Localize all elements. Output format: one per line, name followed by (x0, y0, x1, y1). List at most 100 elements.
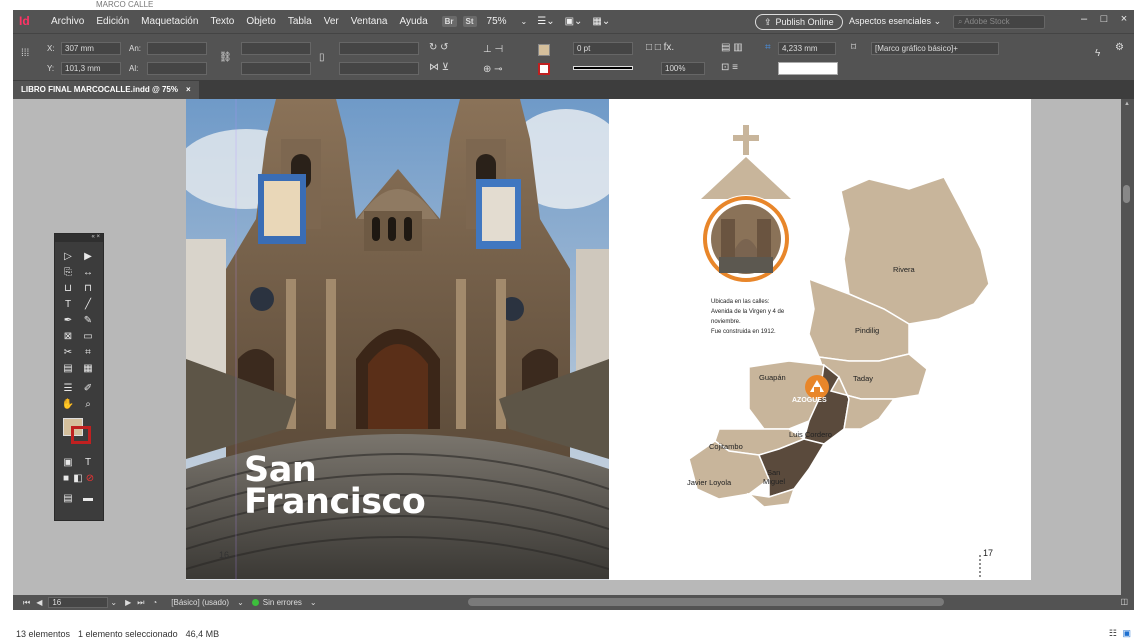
profile-dropdown-icon[interactable]: ⌄ (237, 598, 244, 607)
last-page-icon[interactable]: ⏭ (137, 598, 144, 608)
y-position-field[interactable]: 101,3 mm (61, 62, 121, 75)
map-label-rivera[interactable]: Rivera (893, 265, 915, 274)
width-field[interactable] (147, 42, 207, 55)
free-transform-tool-icon[interactable]: ⌗ (80, 346, 96, 359)
church-caption[interactable]: Ubicada en las calles: Avenida de la Vir… (711, 297, 784, 337)
menu-tabla[interactable]: Tabla (282, 16, 318, 27)
canton-map[interactable] (609, 99, 1031, 580)
menu-ventana[interactable]: Ventana (345, 16, 394, 27)
horizontal-scroll-thumb[interactable] (468, 598, 944, 606)
rectangle-tool-icon[interactable]: ▭ (80, 330, 96, 343)
rotate-icon[interactable]: ↻ ↺ (429, 42, 449, 53)
page-right[interactable]: Ubicada en las calles: Avenida de la Vir… (609, 99, 1031, 580)
select-container-icon[interactable]: ⊥ ⊣ (483, 44, 503, 55)
bridge-button[interactable]: Br (441, 16, 457, 27)
details-view-icon[interactable]: ☷ (1109, 628, 1117, 639)
rotation-field[interactable] (339, 42, 419, 55)
pen-tool-icon[interactable]: ✒ (60, 314, 76, 327)
direct-selection-tool-icon[interactable]: ▶ (80, 250, 96, 263)
map-label-pindilig[interactable]: Pindilig (855, 326, 879, 335)
map-label-luis-cordero[interactable]: Luis Cordero (789, 430, 832, 439)
selection-tool-icon[interactable]: ▷ (60, 250, 76, 263)
zoom-level[interactable]: 75% (487, 16, 507, 27)
formatting-container-icon[interactable]: ▣ (60, 456, 76, 469)
preflight-profile[interactable]: [Básico] (usado) (171, 598, 229, 607)
content-placer-icon[interactable]: ⊓ (80, 282, 96, 295)
x-position-field[interactable]: 307 mm (61, 42, 121, 55)
frame-size-field[interactable]: 4,233 mm (778, 42, 836, 55)
object-style-icon[interactable]: ⌑ (851, 42, 856, 53)
stroke-color-selector[interactable] (778, 62, 838, 75)
menu-texto[interactable]: Texto (204, 16, 240, 27)
workspace-selector[interactable]: Aspectos esenciales ⌄ (849, 16, 941, 27)
height-field[interactable] (147, 62, 207, 75)
menu-objeto[interactable]: Objeto (240, 16, 281, 27)
line-tool-icon[interactable]: ╱ (80, 298, 96, 311)
type-tool-icon[interactable]: T (60, 298, 76, 311)
tools-panel-header[interactable]: « × (55, 234, 103, 242)
scissors-tool-icon[interactable]: ✂ (60, 346, 76, 359)
open-page-icon[interactable]: ◔ (152, 598, 157, 607)
wrap-text-icon[interactable]: ▤ ▥ (721, 42, 743, 53)
map-label-taday[interactable]: Taday (853, 374, 873, 383)
page-number-field[interactable]: 16 (48, 597, 109, 608)
arrange-documents-icon[interactable]: ▦⌄ (592, 16, 610, 27)
split-window-icon[interactable]: ◫ (1120, 597, 1128, 606)
screen-mode-tool-icon[interactable]: ▬ (80, 492, 96, 505)
hand-tool-icon[interactable]: ✋ (60, 398, 76, 411)
fill-swatch[interactable] (538, 44, 550, 56)
vertical-scrollbar[interactable]: ▲ (1121, 99, 1134, 595)
menu-maquetacion[interactable]: Maquetación (135, 16, 204, 27)
menu-ayuda[interactable]: Ayuda (393, 16, 433, 27)
page-left[interactable]: San Francisco 16 (186, 99, 609, 580)
stroke-swatch[interactable] (538, 63, 550, 75)
thumbnail-view-icon[interactable]: ▣ (1122, 628, 1131, 639)
first-page-icon[interactable]: ⏮ (23, 598, 30, 608)
apply-none-icon[interactable]: ⊘ (82, 472, 98, 485)
reference-point-center-icon[interactable]: ▯ (319, 52, 325, 63)
shear-field[interactable] (339, 62, 419, 75)
select-content-icon[interactable]: ⊕ ⊸ (483, 64, 503, 75)
vertical-scroll-thumb[interactable] (1123, 185, 1130, 203)
close-tab-icon[interactable]: × (186, 81, 191, 99)
stroke-color-swatch[interactable] (71, 426, 91, 444)
map-label-san-miguel-2[interactable]: Miguel (763, 477, 785, 486)
previous-page-icon[interactable]: ◀ (36, 598, 42, 607)
flip-icon[interactable]: ⋈ ⊻ (429, 62, 449, 73)
errors-dropdown-icon[interactable]: ⌄ (310, 598, 317, 607)
maximize-icon[interactable]: □ (1094, 10, 1114, 28)
scroll-up-icon[interactable]: ▲ (1124, 101, 1130, 107)
rectangle-frame-tool-icon[interactable]: ⊠ (60, 330, 76, 343)
drop-shadow-icon[interactable]: □ □ fx. (646, 42, 674, 53)
menu-ver[interactable]: Ver (318, 16, 345, 27)
frame-fitting-icon[interactable]: ⌗ (765, 42, 771, 53)
minimize-icon[interactable]: – (1074, 10, 1094, 28)
pasteboard[interactable]: San Francisco 16 Ubicada en las calles: … (13, 99, 1121, 595)
zoom-tool-icon[interactable]: ⌕ (80, 398, 96, 411)
error-status[interactable]: Sin errores (263, 598, 302, 607)
stock-button[interactable]: St (462, 16, 477, 27)
zoom-dropdown-icon[interactable]: ⌄ (521, 17, 528, 26)
close-icon[interactable]: × (1114, 10, 1134, 28)
stock-search-input[interactable]: ⌕ Adobe Stock (953, 15, 1045, 29)
eyedropper-tool-icon[interactable]: ✐ (80, 382, 96, 395)
screen-mode-icon[interactable]: ▣⌄ (565, 16, 583, 27)
page-tool-icon[interactable]: ⎘ (60, 266, 76, 279)
pencil-tool-icon[interactable]: ✎ (80, 314, 96, 327)
opacity-field[interactable]: 100% (661, 62, 705, 75)
publish-online-button[interactable]: ⇪ Publish Online (755, 14, 843, 30)
map-label-san-miguel-1[interactable]: San (767, 468, 780, 477)
title-line-2[interactable]: Francisco (244, 485, 426, 520)
reference-point-icon[interactable]: ⁞⁞⁞ (21, 48, 29, 59)
document-tab[interactable]: LIBRO FINAL MARCOCALLE.indd @ 75% × (13, 81, 199, 99)
map-label-javier-loyola[interactable]: Javier Loyola (687, 478, 731, 487)
scale-x-field[interactable] (241, 42, 311, 55)
gradient-feather-tool-icon[interactable]: ▦ (80, 362, 96, 375)
map-label-cojitambo[interactable]: Cojitambo (709, 442, 743, 451)
constrain-proportions-icon[interactable]: ⛓ (219, 52, 232, 63)
menu-archivo[interactable]: Archivo (45, 16, 90, 27)
view-mode-icon[interactable]: ▤ (60, 492, 76, 505)
gradient-swatch-tool-icon[interactable]: ▤ (60, 362, 76, 375)
view-options-icon[interactable]: ☰⌄ (537, 16, 554, 27)
stroke-type-selector[interactable] (573, 66, 633, 70)
